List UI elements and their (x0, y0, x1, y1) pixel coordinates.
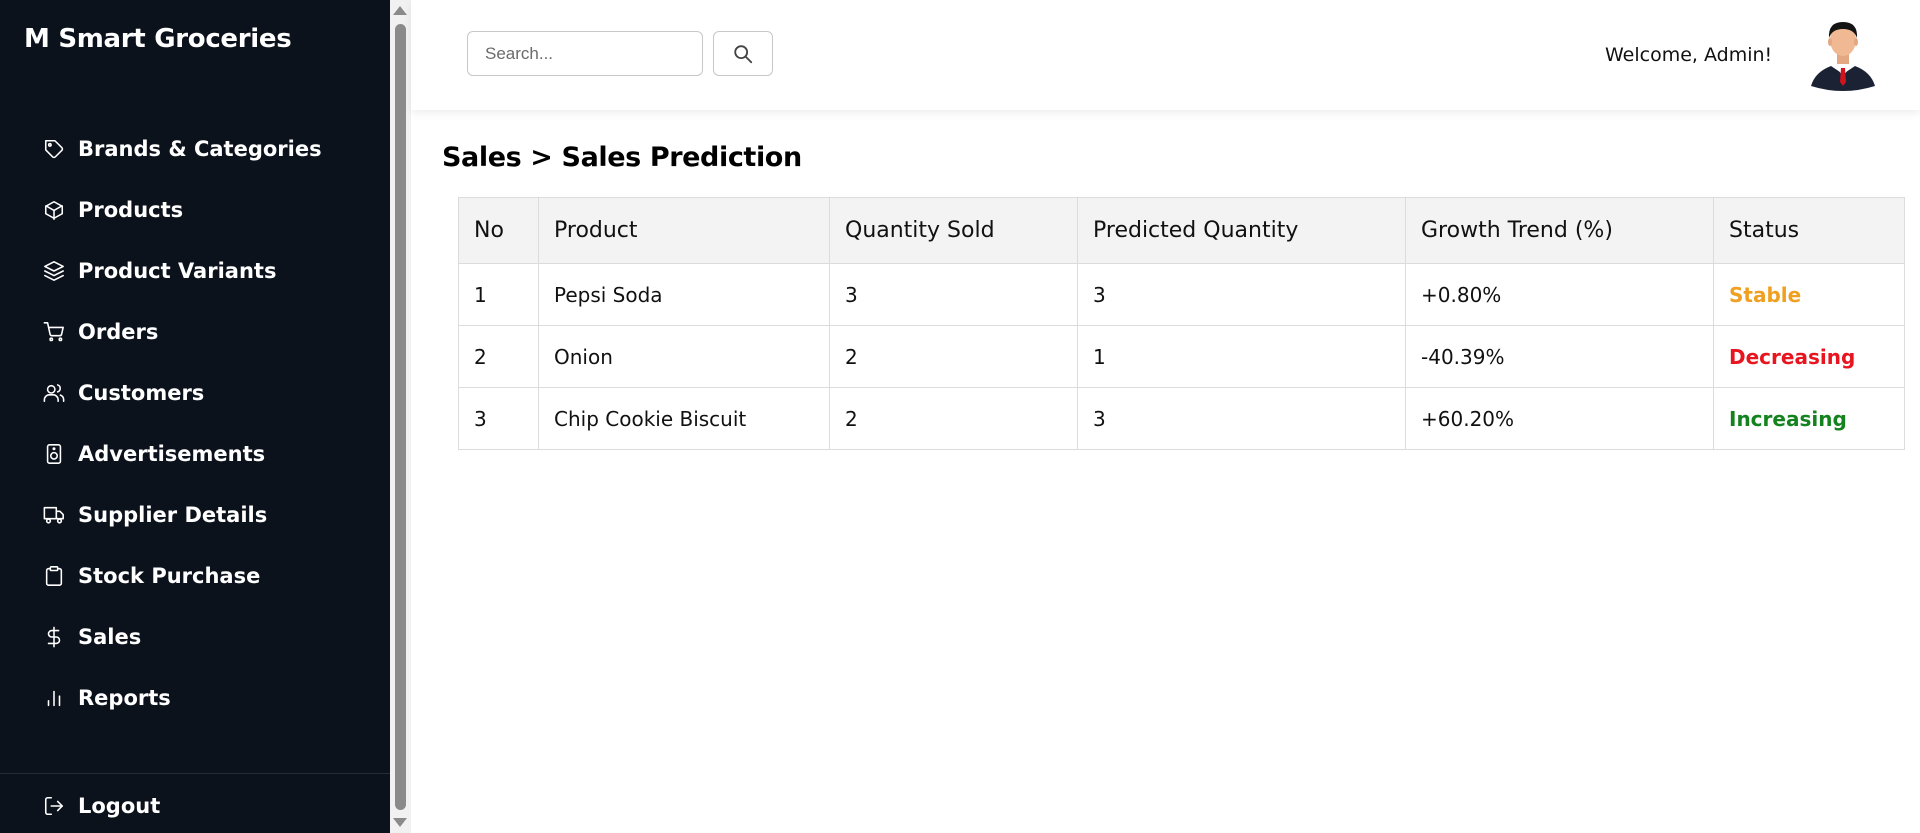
cell-quantity-sold: 2 (829, 387, 1078, 450)
cell-growth-trend: -40.39% (1405, 325, 1714, 388)
cell-product: Chip Cookie Biscuit (538, 387, 830, 450)
sidebar-item-advertisements[interactable]: Advertisements (0, 423, 390, 484)
cell-quantity-sold: 3 (829, 263, 1078, 326)
cell-no: 2 (458, 325, 539, 388)
speaker-icon (42, 442, 66, 466)
cell-predicted-quantity: 3 (1077, 387, 1406, 450)
search-icon (732, 43, 754, 65)
cell-quantity-sold: 2 (829, 325, 1078, 388)
avatar[interactable] (1805, 16, 1881, 94)
cell-product: Pepsi Soda (538, 263, 830, 326)
sales-prediction-table: No Product Quantity Sold Predicted Quant… (458, 197, 1905, 450)
sidebar-item-reports[interactable]: Reports (0, 667, 390, 728)
cell-product: Onion (538, 325, 830, 388)
scrollbar[interactable] (390, 0, 411, 833)
sidebar-item-stock-purchase[interactable]: Stock Purchase (0, 545, 390, 606)
sidebar-item-label: Stock Purchase (78, 563, 261, 588)
tag-icon (42, 137, 66, 161)
dollar-icon (42, 625, 66, 649)
clipboard-icon (42, 564, 66, 588)
cell-no: 3 (458, 387, 539, 450)
sidebar-nav: Brands & Categories Products Product Var… (0, 118, 390, 728)
sidebar-item-label: Customers (78, 380, 205, 405)
admin-avatar-icon (1811, 22, 1875, 91)
scroll-up-arrow-icon[interactable] (393, 6, 407, 15)
sidebar-item-sales[interactable]: Sales (0, 606, 390, 667)
cell-no: 1 (458, 263, 539, 326)
cell-predicted-quantity: 1 (1077, 325, 1406, 388)
sidebar-item-label: Reports (78, 685, 171, 710)
cell-growth-trend: +0.80% (1405, 263, 1714, 326)
column-header-status: Status (1713, 197, 1905, 264)
sidebar-item-label: Orders (78, 319, 159, 344)
search-input[interactable] (467, 31, 703, 76)
bar-chart-icon (42, 686, 66, 710)
scroll-down-arrow-icon[interactable] (393, 818, 407, 827)
sidebar-item-label: Advertisements (78, 441, 266, 466)
search-button[interactable] (713, 31, 773, 76)
table-row: 3 Chip Cookie Biscuit 2 3 +60.20% Increa… (458, 387, 1905, 450)
column-header-no: No (458, 197, 539, 264)
cell-status-decreasing: Decreasing (1713, 325, 1905, 388)
truck-icon (42, 503, 66, 527)
welcome-text: Welcome, Admin! (1605, 44, 1773, 66)
sidebar-item-label: Product Variants (78, 258, 277, 283)
sidebar-item-label: Supplier Details (78, 502, 268, 527)
sidebar-item-product-variants[interactable]: Product Variants (0, 240, 390, 301)
scroll-thumb[interactable] (395, 24, 406, 810)
users-icon (42, 381, 66, 405)
brand-title: M Smart Groceries (24, 24, 292, 54)
sidebar-item-customers[interactable]: Customers (0, 362, 390, 423)
sidebar-item-label: Brands & Categories (78, 136, 322, 161)
table-header-row: No Product Quantity Sold Predicted Quant… (458, 197, 1905, 264)
logout-label: Logout (78, 793, 161, 818)
column-header-predicted-quantity: Predicted Quantity (1077, 197, 1406, 264)
table-row: 1 Pepsi Soda 3 3 +0.80% Stable (458, 263, 1905, 326)
table-row: 2 Onion 2 1 -40.39% Decreasing (458, 325, 1905, 388)
sidebar: M Smart Groceries Brands & Categories Pr… (0, 0, 390, 833)
cell-status-increasing: Increasing (1713, 387, 1905, 450)
cell-predicted-quantity: 3 (1077, 263, 1406, 326)
sidebar-item-brands-categories[interactable]: Brands & Categories (0, 118, 390, 179)
page-title: Sales > Sales Prediction (442, 142, 802, 173)
top-bar: Welcome, Admin! (411, 0, 1920, 110)
column-header-product: Product (538, 197, 830, 264)
sidebar-item-products[interactable]: Products (0, 179, 390, 240)
column-header-growth-trend: Growth Trend (%) (1405, 197, 1714, 264)
layers-icon (42, 259, 66, 283)
cell-growth-trend: +60.20% (1405, 387, 1714, 450)
sidebar-item-label: Products (78, 197, 184, 222)
logout-button[interactable]: Logout (0, 775, 390, 833)
sidebar-item-label: Sales (78, 624, 142, 649)
cart-icon (42, 320, 66, 344)
logout-icon (42, 794, 66, 818)
sidebar-divider (0, 773, 390, 774)
column-header-quantity-sold: Quantity Sold (829, 197, 1078, 264)
sidebar-item-supplier-details[interactable]: Supplier Details (0, 484, 390, 545)
box-icon (42, 198, 66, 222)
sidebar-item-orders[interactable]: Orders (0, 301, 390, 362)
cell-status-stable: Stable (1713, 263, 1905, 326)
